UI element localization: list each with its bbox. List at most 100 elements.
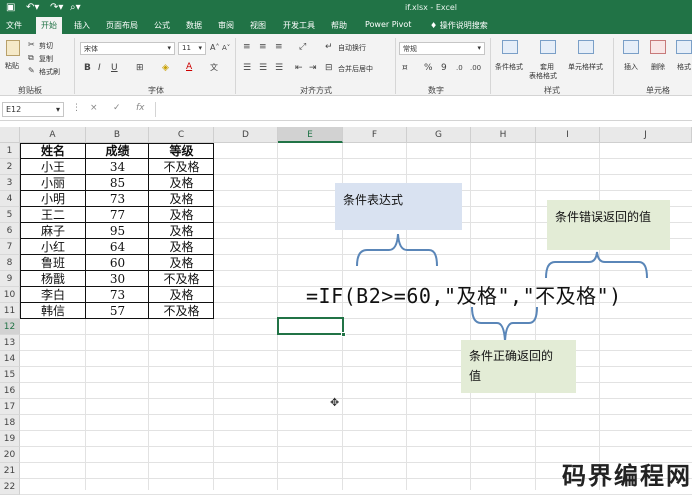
table-cell[interactable]: 韩信 xyxy=(20,303,86,319)
table-cell[interactable]: 鲁班 xyxy=(20,255,86,271)
row-header-9[interactable]: 9 xyxy=(0,271,20,287)
formula-input[interactable] xyxy=(155,102,690,117)
merge-center-button[interactable]: 合并后居中 xyxy=(338,64,373,74)
grow-font-icon[interactable]: A˄ xyxy=(210,43,219,53)
format-as-table-line2[interactable]: 表格格式 xyxy=(529,71,557,81)
row-header-15[interactable]: 15 xyxy=(0,367,20,383)
table-cell[interactable]: 57 xyxy=(86,303,149,319)
column-header-e[interactable]: E xyxy=(278,127,343,143)
menu-home[interactable]: 开始 xyxy=(36,17,62,34)
format-painter-button[interactable]: 格式刷 xyxy=(39,67,60,77)
table-cell[interactable]: 及格 xyxy=(149,239,214,255)
row-header-13[interactable]: 13 xyxy=(0,335,20,351)
delete-cells-icon[interactable] xyxy=(650,40,666,54)
menu-view[interactable]: 视图 xyxy=(250,20,266,31)
format-cells-button[interactable]: 格式 xyxy=(677,62,691,72)
table-cell[interactable]: 及格 xyxy=(149,207,214,223)
decrease-indent-icon[interactable]: ⇤ xyxy=(295,63,303,73)
align-center-icon[interactable]: ☰ xyxy=(259,63,267,73)
row-header-14[interactable]: 14 xyxy=(0,351,20,367)
table-cell[interactable]: 64 xyxy=(86,239,149,255)
delete-cells-button[interactable]: 删除 xyxy=(651,62,665,72)
italic-button[interactable]: I xyxy=(98,63,101,73)
column-header-c[interactable]: C xyxy=(149,127,214,143)
menu-power-pivot[interactable]: Power Pivot xyxy=(365,20,411,29)
menu-formulas[interactable]: 公式 xyxy=(154,20,170,31)
print-preview-icon[interactable]: ⌕▾ xyxy=(70,2,81,13)
table-cell[interactable]: 及格 xyxy=(149,191,214,207)
row-header-19[interactable]: 19 xyxy=(0,431,20,447)
table-cell[interactable]: 小红 xyxy=(20,239,86,255)
increase-decimal-icon[interactable]: .0 xyxy=(456,63,463,73)
currency-icon[interactable]: ¤ xyxy=(402,63,408,73)
table-cell[interactable]: 73 xyxy=(86,287,149,303)
insert-cells-button[interactable]: 插入 xyxy=(624,62,638,72)
active-cell-selection[interactable] xyxy=(277,317,344,335)
bold-button[interactable]: B xyxy=(84,63,91,73)
paste-icon[interactable] xyxy=(6,40,20,56)
undo-icon[interactable]: ↶▾ xyxy=(26,2,39,13)
column-header-a[interactable]: A xyxy=(20,127,86,143)
select-all-corner[interactable] xyxy=(0,127,20,143)
fill-color-icon[interactable]: ◈ xyxy=(162,63,169,73)
row-header-6[interactable]: 6 xyxy=(0,223,20,239)
row-header-2[interactable]: 2 xyxy=(0,159,20,175)
column-header-h[interactable]: H xyxy=(471,127,536,143)
confirm-icon[interactable]: ✓ xyxy=(113,103,121,113)
table-header-cell[interactable]: 成绩 xyxy=(86,143,149,159)
conditional-format-icon[interactable] xyxy=(502,40,518,54)
row-header-12[interactable]: 12 xyxy=(0,319,20,335)
row-header-10[interactable]: 10 xyxy=(0,287,20,303)
underline-button[interactable]: U xyxy=(111,63,118,73)
table-cell[interactable]: 杨戬 xyxy=(20,271,86,287)
row-header-21[interactable]: 21 xyxy=(0,463,20,479)
shrink-font-icon[interactable]: A˅ xyxy=(222,43,230,53)
table-cell[interactable]: 小明 xyxy=(20,191,86,207)
phonetic-icon[interactable]: 文 xyxy=(210,63,218,73)
table-cell[interactable]: 95 xyxy=(86,223,149,239)
wrap-text-button[interactable]: 自动换行 xyxy=(338,43,366,53)
row-header-1[interactable]: 1 xyxy=(0,143,20,159)
copy-button[interactable]: 复制 xyxy=(39,54,53,64)
merge-center-icon[interactable]: ⊟ xyxy=(325,63,333,73)
table-cell[interactable]: 34 xyxy=(86,159,149,175)
conditional-format-button[interactable]: 条件格式 xyxy=(495,62,523,72)
cell-styles-button[interactable]: 单元格样式 xyxy=(568,62,603,72)
border-icon[interactable]: ⊞ xyxy=(136,63,144,73)
row-header-3[interactable]: 3 xyxy=(0,175,20,191)
name-box[interactable]: E12 ▾ xyxy=(2,102,64,117)
align-top-icon[interactable]: ≡ xyxy=(243,42,251,52)
cell-styles-icon[interactable] xyxy=(578,40,594,54)
row-header-7[interactable]: 7 xyxy=(0,239,20,255)
insert-cells-icon[interactable] xyxy=(623,40,639,54)
table-cell[interactable]: 30 xyxy=(86,271,149,287)
column-header-f[interactable]: F xyxy=(343,127,407,143)
align-left-icon[interactable]: ☰ xyxy=(243,63,251,73)
fill-handle[interactable] xyxy=(341,332,346,337)
percent-button[interactable]: % xyxy=(424,63,433,73)
column-header-d[interactable]: D xyxy=(214,127,278,143)
row-header-16[interactable]: 16 xyxy=(0,383,20,399)
row-header-11[interactable]: 11 xyxy=(0,303,20,319)
format-cells-icon[interactable] xyxy=(676,40,692,54)
table-cell[interactable]: 不及格 xyxy=(149,159,214,175)
orientation-icon[interactable]: ⤢ xyxy=(299,42,306,52)
tell-me-search[interactable]: ♦ 操作说明搜索 xyxy=(430,20,488,31)
table-cell[interactable]: 不及格 xyxy=(149,303,214,319)
table-cell[interactable]: 小王 xyxy=(20,159,86,175)
table-header-cell[interactable]: 等级 xyxy=(149,143,214,159)
font-name-select[interactable]: 宋体 ▾ xyxy=(80,42,175,55)
table-cell[interactable]: 不及格 xyxy=(149,271,214,287)
cut-icon[interactable]: ✂ xyxy=(28,40,35,50)
table-cell[interactable]: 及格 xyxy=(149,255,214,271)
column-header-g[interactable]: G xyxy=(407,127,471,143)
format-painter-icon[interactable]: ✎ xyxy=(28,66,35,76)
paste-button[interactable]: 粘贴 xyxy=(5,61,19,71)
table-cell[interactable]: 李白 xyxy=(20,287,86,303)
table-cell[interactable]: 及格 xyxy=(149,223,214,239)
font-color-button[interactable]: A xyxy=(186,62,192,72)
row-header-5[interactable]: 5 xyxy=(0,207,20,223)
table-cell[interactable]: 麻子 xyxy=(20,223,86,239)
number-format-select[interactable]: 常规 ▾ xyxy=(399,42,485,55)
row-header-18[interactable]: 18 xyxy=(0,415,20,431)
